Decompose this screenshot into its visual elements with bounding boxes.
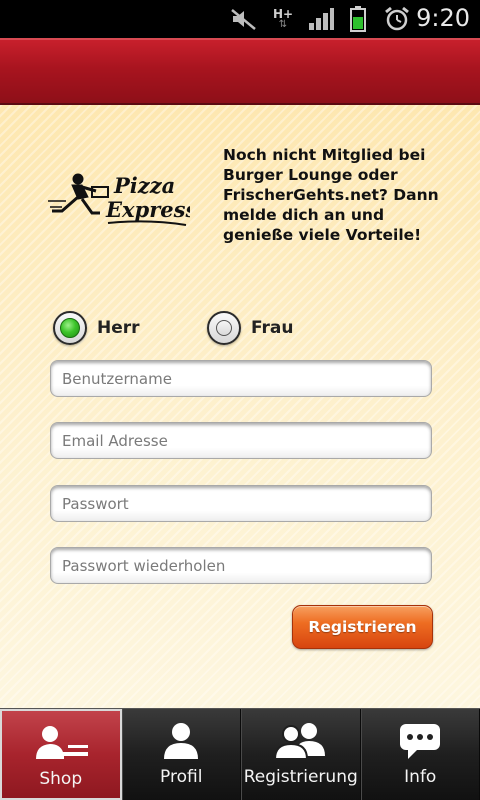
gender-option-frau[interactable]: Frau bbox=[207, 310, 293, 346]
bottom-tab-bar: Shop Profil Registrierung Info bbox=[0, 708, 480, 800]
password-repeat-field-wrapper bbox=[50, 547, 432, 584]
tab-shop[interactable]: Shop bbox=[0, 709, 122, 800]
signal-icon bbox=[306, 6, 336, 32]
chat-bubble-icon bbox=[390, 721, 450, 761]
pizza-express-logo: Pizza Express bbox=[48, 167, 197, 233]
people-icon bbox=[271, 721, 331, 761]
battery-icon bbox=[346, 6, 370, 32]
tab-label-info: Info bbox=[404, 767, 437, 787]
radio-button-frau[interactable] bbox=[207, 311, 241, 345]
mute-icon bbox=[228, 6, 260, 32]
alarm-icon bbox=[382, 6, 412, 32]
status-bar: H+ ⇅ 9:20 bbox=[0, 0, 480, 38]
email-field-wrapper bbox=[50, 422, 432, 459]
registration-panel: Pizza Express Noch nicht Mitglied bei Bu… bbox=[0, 105, 480, 708]
radio-label-frau: Frau bbox=[251, 318, 294, 338]
password-field-wrapper bbox=[50, 485, 432, 522]
password-repeat-input[interactable] bbox=[51, 548, 431, 583]
intro-text: Noch nicht Mitglied bei Burger Lounge od… bbox=[223, 146, 439, 244]
logo-text-express: Express bbox=[105, 197, 190, 222]
radio-label-herr: Herr bbox=[97, 318, 140, 338]
radio-button-herr[interactable] bbox=[53, 311, 87, 345]
network-type-icon: H+ ⇅ bbox=[272, 7, 294, 30]
logo-text-pizza: Pizza bbox=[113, 173, 175, 198]
tab-registrierung[interactable]: Registrierung bbox=[241, 709, 361, 800]
app-header bbox=[0, 38, 480, 105]
email-input[interactable] bbox=[51, 423, 431, 458]
person-icon bbox=[151, 721, 211, 761]
register-button[interactable]: Registrieren bbox=[292, 605, 433, 649]
gender-option-herr[interactable]: Herr bbox=[53, 310, 140, 346]
tab-profil[interactable]: Profil bbox=[121, 709, 241, 800]
password-input[interactable] bbox=[51, 486, 431, 521]
tab-info[interactable]: Info bbox=[360, 709, 480, 800]
tab-label-profil: Profil bbox=[160, 767, 203, 787]
delivery-person-icon bbox=[31, 723, 91, 763]
tab-label-registrierung: Registrierung bbox=[243, 767, 358, 787]
status-time: 9:20 bbox=[416, 4, 470, 32]
username-field-wrapper bbox=[50, 360, 432, 397]
radio-selected-indicator bbox=[60, 318, 80, 338]
radio-unselected-indicator bbox=[216, 320, 232, 336]
tab-label-shop: Shop bbox=[39, 769, 83, 789]
username-input[interactable] bbox=[51, 361, 431, 396]
